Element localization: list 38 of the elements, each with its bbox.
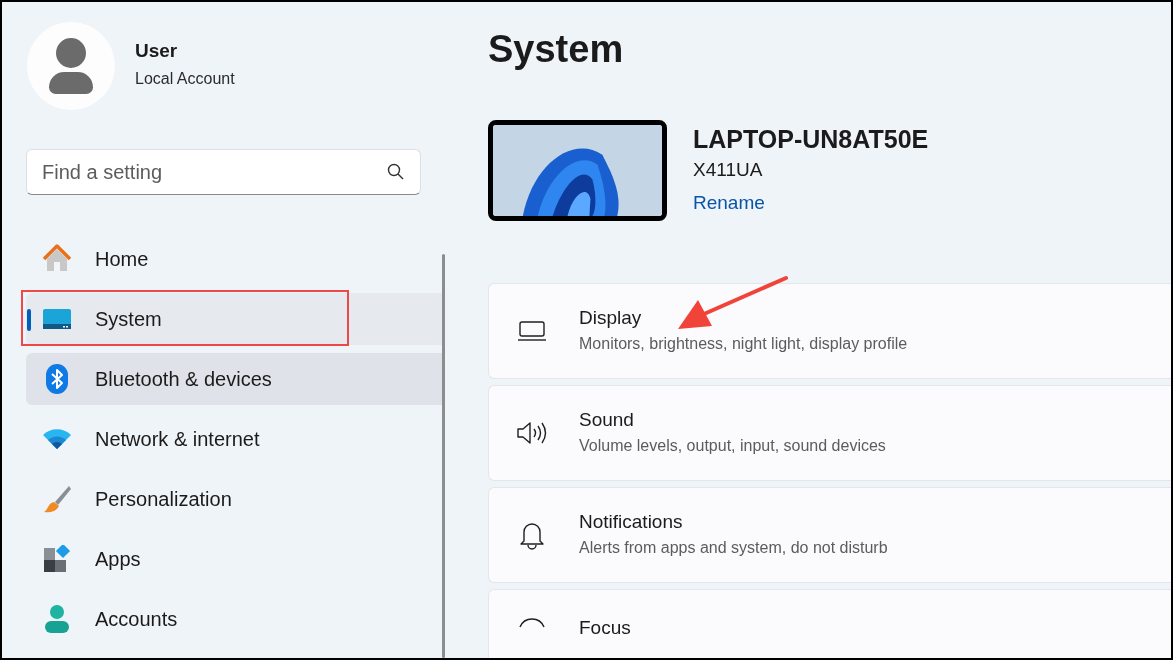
speaker-icon <box>516 420 548 446</box>
laptop-icon <box>517 320 547 342</box>
card-title: Sound <box>579 408 635 432</box>
person-icon <box>44 604 70 634</box>
apps-icon <box>43 545 71 573</box>
nav-item[interactable]: Home <box>26 233 445 285</box>
search-icon <box>387 163 405 181</box>
bell-icon <box>518 520 546 550</box>
card-subtitle: Alerts from apps and system, do not disturb <box>579 538 888 558</box>
card-title: Notifications <box>579 510 684 534</box>
card-subtitle: Monitors, brightness, night light, display profile <box>579 334 908 354</box>
card-title: Display <box>579 306 643 330</box>
nav-item[interactable]: Apps <box>26 533 445 585</box>
monitor-icon <box>42 307 72 331</box>
device-name: LAPTOP-UN8AT50E <box>693 124 929 154</box>
bluetooth-icon <box>45 363 69 395</box>
user-name: User <box>135 38 179 63</box>
nav-item[interactable]: Personalization <box>26 473 445 525</box>
nav-item[interactable]: Accounts <box>26 593 445 645</box>
nav-item[interactable]: Network & internet <box>26 413 445 465</box>
card-subtitle: Volume levels, output, input, sound devices <box>579 436 886 456</box>
search-field[interactable]: Find a setting <box>26 149 421 195</box>
settings-card[interactable]: Notifications Alerts from apps and system, do not disturb <box>488 487 1171 583</box>
nav-item[interactable]: Bluetooth & devices <box>26 353 445 405</box>
card-title: Focus <box>579 616 631 640</box>
focus-icon <box>517 616 547 628</box>
scrollbar[interactable] <box>442 254 445 658</box>
settings-card[interactable]: Focus <box>488 589 1171 658</box>
account-type: Local Account <box>135 69 235 90</box>
selection-indicator <box>27 309 31 331</box>
paintbrush-icon <box>42 484 72 514</box>
nav-item[interactable]: System <box>26 293 445 345</box>
settings-card[interactable]: Display Monitors, brightness, night light, display profile <box>488 283 1171 379</box>
device-model: X411UA <box>693 158 764 182</box>
settings-card[interactable]: Sound Volume levels, output, input, sound devices <box>488 385 1171 481</box>
wifi-icon <box>42 427 72 451</box>
rename-link[interactable]: Rename <box>693 188 929 217</box>
page-title: System <box>488 27 625 72</box>
